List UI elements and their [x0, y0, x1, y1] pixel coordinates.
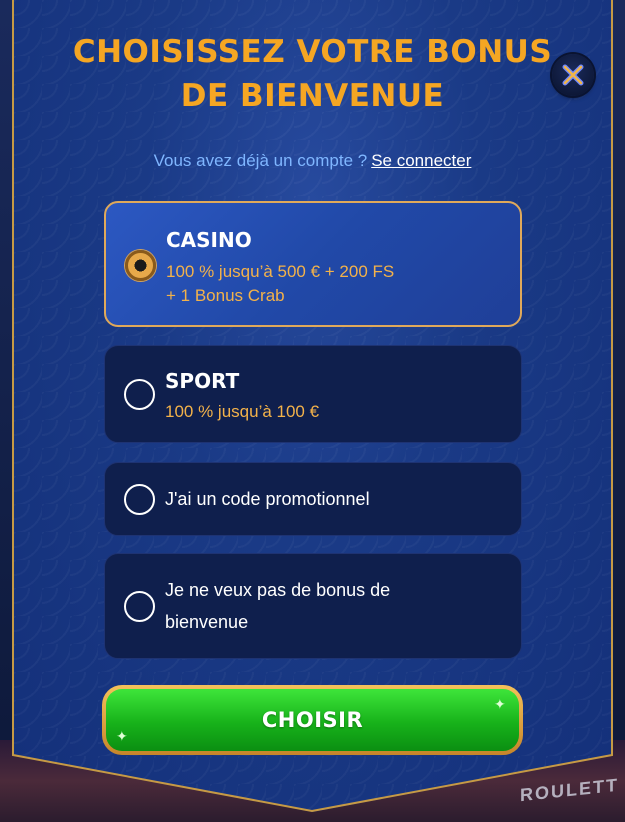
option-sport-desc: 100 % jusqu’à 100 €	[165, 402, 320, 421]
choose-button-label: CHOISIR	[106, 689, 519, 751]
sparkle-icon: ✦	[494, 696, 506, 712]
option-no-bonus-label-line2: bienvenue	[165, 612, 249, 632]
radio-casino[interactable]	[125, 250, 156, 281]
radio-no-bonus[interactable]	[124, 591, 155, 622]
option-promo-code[interactable]: J'ai un code promotionnel	[104, 462, 522, 536]
sparkle-icon: ✦	[116, 728, 128, 744]
modal-title: CHOISISSEZ VOTRE BONUS DE BIENVENUE	[72, 34, 553, 114]
option-casino-desc-line1: 100 % jusqu’à 500 € + 200 FS	[166, 262, 395, 281]
option-sport[interactable]: SPORT 100 % jusqu’à 100 €	[104, 345, 522, 443]
login-link[interactable]: Se connecter	[371, 151, 471, 170]
option-no-bonus[interactable]: Je ne veux pas de bonus de bienvenue	[104, 553, 522, 659]
account-prompt: Vous avez déjà un compte ? Se connecter	[0, 151, 625, 171]
close-x-icon	[562, 64, 584, 86]
radio-sport[interactable]	[124, 379, 155, 410]
option-casino-desc-line2: + 1 Bonus Crab	[166, 286, 285, 305]
choose-button[interactable]: CHOISIR	[102, 685, 523, 755]
close-button[interactable]	[552, 54, 594, 96]
option-no-bonus-label-line1: Je ne veux pas de bonus de	[165, 580, 391, 600]
option-casino-title: CASINO	[166, 228, 252, 252]
account-question: Vous avez déjà un compte ?	[153, 151, 368, 170]
radio-promo-code[interactable]	[124, 484, 155, 515]
option-casino[interactable]: CASINO 100 % jusqu’à 500 € + 200 FS + 1 …	[104, 201, 522, 327]
option-promo-code-label: J'ai un code promotionnel	[165, 489, 370, 509]
option-sport-title: SPORT	[165, 369, 240, 393]
